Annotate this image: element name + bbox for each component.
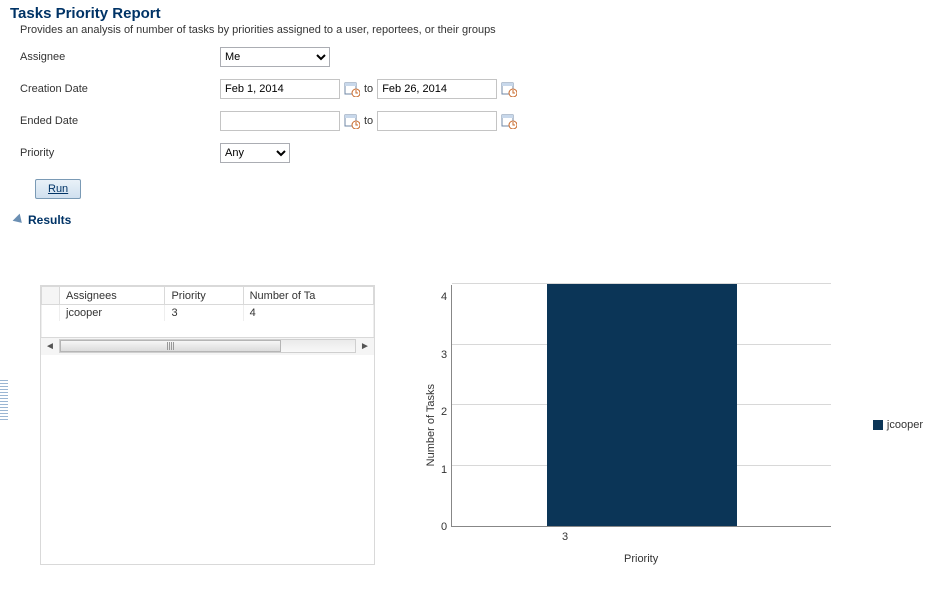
run-button[interactable]: Run [35,179,81,199]
cell-count: 4 [243,305,373,321]
to-label: to [364,83,373,95]
cell-assignee: jcooper [60,305,165,321]
chart-pane: Number of Tasks 4 3 2 1 0 3 Priority jco… [375,285,923,565]
scroll-thumb[interactable] [60,340,281,352]
scroll-left-arrow-icon[interactable]: ◄ [41,338,59,354]
results-table-pane: Assignees Priority Number of Ta jcooper … [40,285,375,565]
chart-xlabel: Priority [451,553,831,565]
calendar-icon[interactable] [344,113,360,129]
calendar-icon[interactable] [501,81,517,97]
priority-select[interactable]: Any [220,143,290,163]
ended-date-label: Ended Date [20,115,220,127]
results-header[interactable]: Results [14,213,933,227]
creation-date-from-input[interactable] [220,79,340,99]
assignee-label: Assignee [20,51,220,63]
ended-date-from-input[interactable] [220,111,340,131]
scroll-right-arrow-icon[interactable]: ► [356,338,374,354]
report-form: Assignee Me Creation Date to Ended Date … [20,46,933,164]
chart-legend: jcooper [873,419,923,431]
calendar-icon[interactable] [344,81,360,97]
to-label: to [364,115,373,127]
col-assignees[interactable]: Assignees [60,287,165,305]
left-splitter-handle[interactable] [0,380,8,420]
table-corner [42,287,60,305]
priority-label: Priority [20,147,220,159]
page-title: Tasks Priority Report [10,5,933,22]
col-priority[interactable]: Priority [165,287,243,305]
calendar-icon[interactable] [501,113,517,129]
chart-ylabel: Number of Tasks [425,384,437,466]
ended-date-to-input[interactable] [377,111,497,131]
assignee-select[interactable]: Me [220,47,330,67]
creation-date-label: Creation Date [20,83,220,95]
col-count[interactable]: Number of Ta [243,287,373,305]
chart-yticks: 4 3 2 1 0 [441,285,447,527]
cell-priority: 3 [165,305,243,321]
disclosure-triangle-icon [13,214,26,227]
scroll-track[interactable] [59,339,356,353]
legend-swatch [873,420,883,430]
page-subtitle: Provides an analysis of number of tasks … [20,24,933,36]
creation-date-to-input[interactable] [377,79,497,99]
chart-plot-area [451,285,831,527]
table-row[interactable]: jcooper 3 4 [42,305,374,321]
chart-bar [547,284,737,526]
results-label: Results [28,213,71,227]
results-table: Assignees Priority Number of Ta jcooper … [41,286,374,337]
horizontal-scrollbar[interactable]: ◄ ► [41,337,374,355]
legend-label: jcooper [887,419,923,431]
